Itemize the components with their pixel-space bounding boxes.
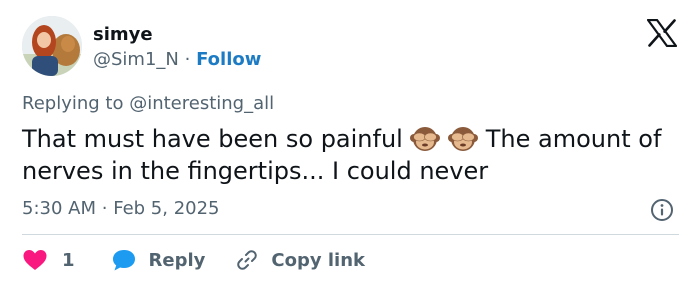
replying-to-prefix: Replying to	[22, 93, 124, 114]
reply-label: Reply	[148, 249, 206, 271]
replying-to-mention[interactable]: @interesting_all	[129, 93, 274, 114]
copy-link-label: Copy link	[271, 249, 365, 271]
author-handle[interactable]: @Sim1_N	[93, 49, 179, 70]
tweet-time: 5:30 AM	[22, 198, 96, 219]
copy-link-button[interactable]: Copy link	[235, 248, 365, 272]
x-logo-icon[interactable]	[647, 19, 677, 47]
reply-bubble-icon	[112, 250, 135, 271]
author-display-name[interactable]: simye	[93, 24, 153, 46]
reply-button[interactable]: Reply	[111, 248, 206, 272]
separator-dot: ·	[101, 198, 108, 219]
separator-dot: ·	[184, 49, 191, 70]
follow-button[interactable]: Follow	[196, 49, 261, 70]
see-no-evil-monkey-icon	[410, 127, 441, 151]
link-icon	[237, 250, 258, 270]
action-bar: 1 Reply Copy link	[22, 246, 365, 274]
heart-icon	[23, 250, 47, 270]
tweet-date: Feb 5, 2025	[113, 198, 220, 219]
tweet-text: That must have been so painful The amoun…	[22, 123, 682, 187]
avatar[interactable]	[22, 16, 82, 76]
see-no-evil-monkey-icon	[448, 127, 479, 151]
avatar-image	[22, 16, 82, 76]
info-icon[interactable]	[650, 198, 674, 222]
tweet-text-before: That must have been so painful	[22, 125, 403, 153]
tweet-timestamp[interactable]: 5:30 AM · Feb 5, 2025	[22, 197, 220, 221]
replying-to-line: Replying to @interesting_all	[22, 93, 274, 115]
author-handle-row: @Sim1_N · Follow	[93, 49, 261, 71]
like-button[interactable]: 1	[22, 248, 75, 272]
like-count: 1	[62, 249, 75, 271]
divider	[22, 234, 679, 235]
